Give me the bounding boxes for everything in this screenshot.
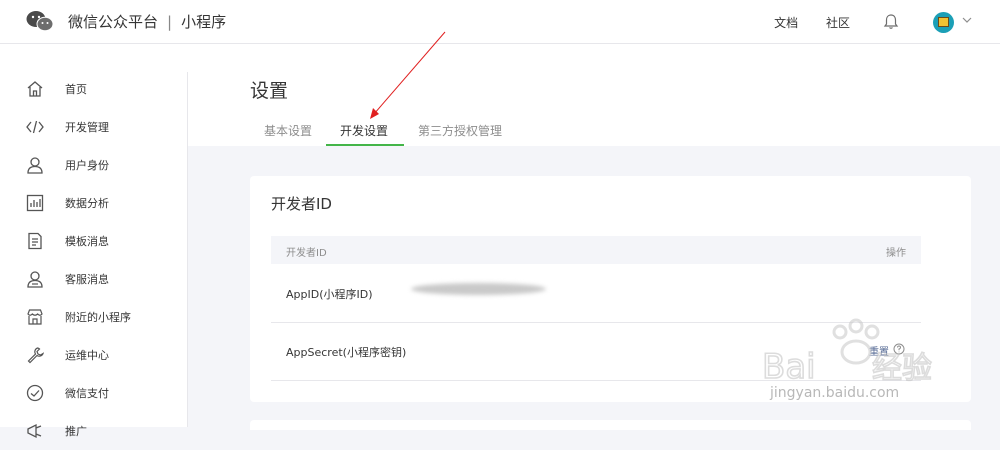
avatar-image [938,17,949,27]
page-title: 设置 [250,80,289,102]
card-title: 开发者ID [271,195,332,213]
brand-title[interactable]: 微信公众平台 | 小程序 [68,11,226,32]
sidebar-item-label: 运维中心 [65,349,109,362]
user-icon [27,157,43,174]
wrench-icon [27,347,44,364]
sidebar-item-label: 推广 [65,425,87,438]
promote-icon [27,423,42,439]
sidebar-item-label: 首页 [65,83,87,96]
store-icon [27,309,43,325]
wechat-logo-icon[interactable] [26,10,54,32]
brand-name: 微信公众平台 [68,13,159,31]
appid-value-redacted [411,283,546,295]
tab-basic-settings[interactable]: 基本设置 [264,122,312,139]
sidebar-item-template-messages[interactable]: 模板消息 [0,222,187,260]
sidebar-item-wechat-pay[interactable]: 微信支付 [0,374,187,412]
docs-link[interactable]: 文档 [774,16,798,30]
column-header-action: 操作 [886,248,906,259]
sidebar-item-label: 数据分析 [65,197,109,210]
avatar[interactable] [933,12,954,33]
appsecret-label: AppSecret(小程序密钥) [286,346,407,359]
sidebar-item-operations-center[interactable]: 运维中心 [0,336,187,374]
next-card [250,420,971,430]
svg-text:经验: 经验 [872,351,932,386]
svg-text:Bai: Bai [762,347,816,387]
sidebar-item-label: 客服消息 [65,273,109,286]
appid-label: AppID(小程序ID) [286,288,373,301]
sidebar-item-label: 附近的小程序 [65,311,131,324]
sidebar-item-label: 用户身份 [65,159,109,172]
chart-icon [26,194,44,212]
sidebar-item-label: 模板消息 [65,235,109,248]
table-row-appid: AppID(小程序ID) [271,265,921,323]
tab-third-party-auth[interactable]: 第三方授权管理 [418,122,502,139]
table-header: 开发者ID 操作 [271,236,921,264]
sidebar-item-dev-management[interactable]: 开发管理 [0,108,187,146]
sidebar-item-nearby-mini-programs[interactable]: 附近的小程序 [0,298,187,336]
chevron-down-icon[interactable] [962,16,972,24]
bell-icon[interactable] [883,13,899,30]
code-icon [26,120,44,134]
top-links: 文档 社区 [750,14,850,31]
sidebar-item-label: 微信支付 [65,387,109,400]
sidebar-item-promotion[interactable]: 推广 [0,412,187,450]
sidebar-item-home[interactable]: 首页 [0,70,187,108]
home-icon [27,81,43,97]
pay-icon [26,384,44,402]
watermark-text: jingyan.baidu.com [770,385,900,401]
brand-separator: | [167,13,173,31]
document-icon [28,232,42,250]
sidebar: 首页 开发管理 用户身份 数据分析 模板消息 客服消息 附近的小程序 运维中心 … [0,44,188,439]
sidebar-item-data-analysis[interactable]: 数据分析 [0,184,187,222]
settings-tabs: 基本设置 开发设置 第三方授权管理 [250,116,942,147]
product-name: 小程序 [181,13,227,31]
sidebar-item-user-identity[interactable]: 用户身份 [0,146,187,184]
tab-dev-settings[interactable]: 开发设置 [340,122,388,139]
community-link[interactable]: 社区 [826,16,850,30]
sidebar-item-customer-service[interactable]: 客服消息 [0,260,187,298]
column-header-developer-id: 开发者ID [286,248,327,259]
top-bar: 微信公众平台 | 小程序 文档 社区 [0,0,1000,44]
support-icon [27,271,43,288]
sidebar-item-label: 开发管理 [65,121,109,134]
